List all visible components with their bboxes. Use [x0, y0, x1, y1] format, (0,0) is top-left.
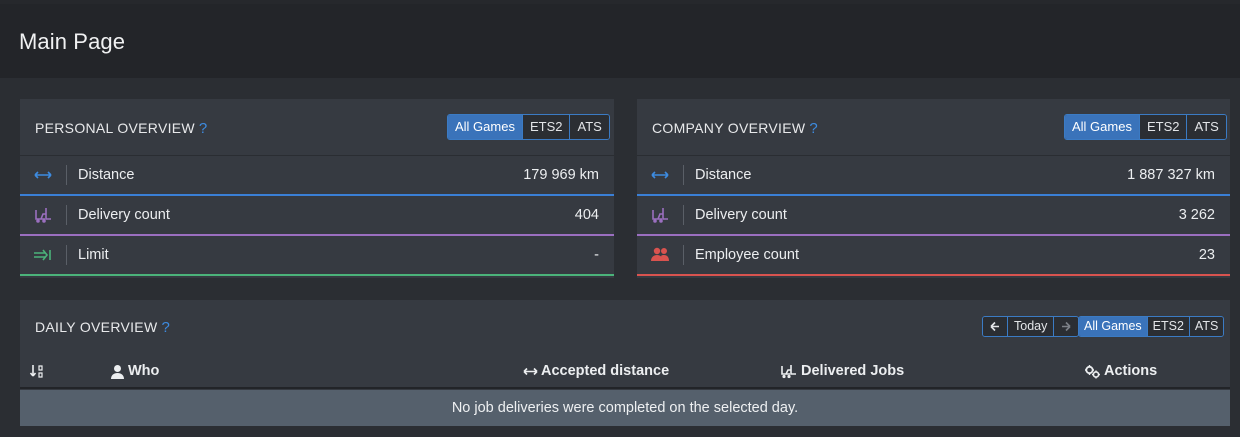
filter-ets2-button[interactable]: ETS2 — [521, 115, 570, 139]
daily-overview-card: DAILY OVERVIEW? Today All Games ETS2 ATS… — [20, 300, 1230, 426]
help-icon[interactable]: ? — [199, 120, 208, 137]
delivered-jobs-column-header[interactable]: Delivered Jobs — [780, 363, 904, 379]
daily-game-filter: All Games ETS2 ATS — [1078, 316, 1225, 337]
forklift-icon — [780, 364, 798, 379]
accepted-distance-column-label: Accepted distance — [541, 363, 670, 379]
row-divider — [683, 205, 684, 225]
row-label: Distance — [78, 167, 135, 183]
filter-all-games-button[interactable]: All Games — [448, 115, 522, 139]
today-button[interactable]: Today — [1007, 317, 1054, 336]
row-value: 3 262 — [1178, 207, 1215, 223]
row-value: 23 — [1198, 247, 1215, 263]
actions-column-label: Actions — [1104, 363, 1158, 379]
next-day-button[interactable] — [1053, 317, 1079, 336]
company-distance-row: Distance 1 887 327 km — [637, 156, 1230, 196]
personal-overview-card: PERSONAL OVERVIEW? All Games ETS2 ATS Di… — [20, 99, 614, 278]
page-title: Main Page — [19, 29, 126, 54]
row-value: 179 969 km — [523, 167, 599, 183]
help-icon[interactable]: ? — [809, 120, 818, 137]
row-label: Limit — [78, 247, 109, 263]
row-label: Employee count — [695, 247, 799, 263]
personal-overview-header: PERSONAL OVERVIEW? All Games ETS2 ATS — [20, 99, 614, 156]
row-divider — [683, 165, 684, 185]
filter-ets2-button[interactable]: ETS2 — [1146, 317, 1189, 336]
personal-distance-row: Distance 179 969 km — [20, 156, 614, 196]
personal-overview-title: PERSONAL OVERVIEW — [35, 120, 195, 136]
sort-icon — [29, 363, 45, 379]
row-divider — [683, 245, 684, 265]
date-navigation: Today — [982, 316, 1080, 337]
personal-limit-row: Limit - — [20, 236, 614, 276]
company-overview-card: COMPANY OVERVIEW? All Games ETS2 ATS Dis… — [637, 99, 1230, 278]
page-header: Main Page — [0, 4, 1240, 78]
arrows-horizontal-icon — [523, 364, 538, 379]
sort-column-header[interactable] — [29, 363, 45, 379]
arrow-to-line-icon — [32, 245, 54, 265]
gears-icon — [1084, 364, 1101, 379]
filter-ats-button[interactable]: ATS — [1186, 115, 1226, 139]
personal-game-filter: All Games ETS2 ATS — [447, 114, 610, 140]
company-overview-title: COMPANY OVERVIEW — [652, 120, 806, 136]
row-divider — [66, 165, 67, 185]
daily-overview-title: DAILY OVERVIEW — [35, 319, 158, 335]
users-icon — [649, 245, 671, 265]
filter-ats-button[interactable]: ATS — [1188, 317, 1224, 336]
help-icon[interactable]: ? — [161, 319, 170, 336]
row-label: Delivery count — [695, 207, 787, 223]
arrows-horizontal-icon — [649, 165, 671, 185]
row-divider — [66, 205, 67, 225]
previous-day-button[interactable] — [983, 317, 1007, 336]
row-value: 1 887 327 km — [1127, 167, 1215, 183]
row-value: 404 — [574, 207, 599, 223]
arrows-horizontal-icon — [32, 165, 54, 185]
empty-table-message: No job deliveries were completed on the … — [20, 390, 1230, 426]
filter-all-games-button[interactable]: All Games — [1079, 317, 1147, 336]
company-overview-header: COMPANY OVERVIEW? All Games ETS2 ATS — [637, 99, 1230, 156]
forklift-icon — [32, 205, 54, 225]
actions-column-header[interactable]: Actions — [1084, 363, 1157, 379]
filter-ets2-button[interactable]: ETS2 — [1138, 115, 1187, 139]
company-delivery-row: Delivery count 3 262 — [637, 196, 1230, 236]
company-employee-row: Employee count 23 — [637, 236, 1230, 276]
company-game-filter: All Games ETS2 ATS — [1064, 114, 1227, 140]
row-divider — [66, 245, 67, 265]
accepted-distance-column-header[interactable]: Accepted distance — [523, 363, 669, 379]
forklift-icon — [649, 205, 671, 225]
user-icon — [110, 364, 125, 379]
row-value: - — [594, 247, 599, 263]
row-label: Delivery count — [78, 207, 170, 223]
row-label: Distance — [695, 167, 752, 183]
personal-delivery-row: Delivery count 404 — [20, 196, 614, 236]
daily-table-header: Who Accepted distance Delivered Jobs Act… — [20, 353, 1230, 389]
delivered-jobs-column-label: Delivered Jobs — [801, 363, 905, 379]
who-column-header[interactable]: Who — [110, 363, 159, 379]
who-column-label: Who — [128, 363, 160, 379]
filter-ats-button[interactable]: ATS — [569, 115, 609, 139]
filter-all-games-button[interactable]: All Games — [1065, 115, 1139, 139]
